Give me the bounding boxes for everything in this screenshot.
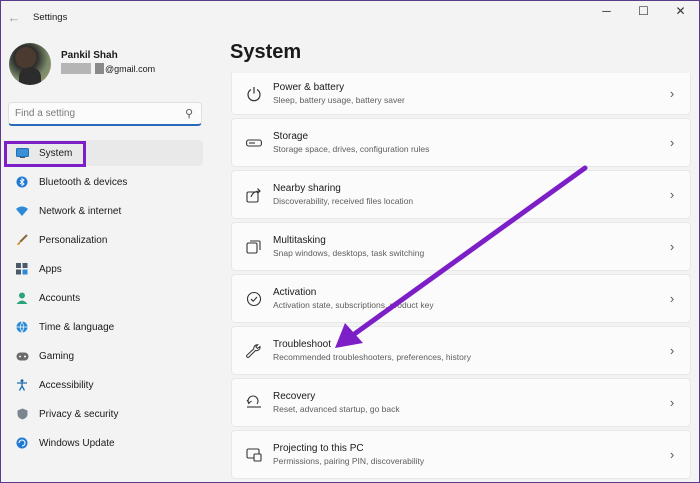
shield-icon (15, 407, 29, 421)
sidebar: Pankil Shah @gmail.com ⚲ System (1, 33, 209, 483)
share-icon (245, 186, 263, 204)
search-box[interactable]: ⚲ (8, 102, 202, 126)
storage-icon (245, 134, 263, 152)
gamepad-icon (15, 349, 29, 363)
projecting-icon (245, 446, 263, 464)
card-title: Troubleshoot (273, 339, 331, 350)
sidebar-item-gaming[interactable]: Gaming (6, 343, 203, 369)
sidebar-item-system[interactable]: System (6, 140, 203, 166)
card-title: Storage (273, 131, 309, 142)
app-title: Settings (33, 11, 68, 23)
sidebar-item-windows-update[interactable]: Windows Update (6, 430, 203, 456)
settings-card-troubleshoot[interactable]: Troubleshoot Recommended troubleshooters… (231, 326, 691, 375)
profile-name: Pankil Shah (61, 50, 118, 61)
wifi-icon (15, 204, 29, 218)
redaction-block (61, 63, 91, 74)
card-description: Storage space, drives, configuration rul… (273, 144, 430, 154)
sidebar-item-personalization[interactable]: Personalization (6, 227, 203, 253)
sidebar-item-label: Time & language (39, 321, 115, 333)
sidebar-item-time-language[interactable]: Time & language (6, 314, 203, 340)
settings-card-power-battery[interactable]: Power & battery Sleep, battery usage, ba… (231, 73, 691, 115)
sidebar-item-accounts[interactable]: Accounts (6, 285, 203, 311)
apps-icon (15, 262, 29, 276)
sidebar-item-label: Gaming (39, 350, 75, 362)
accessibility-icon (15, 378, 29, 392)
card-description: Recommended troubleshooters, preferences… (273, 352, 471, 362)
card-description: Reset, advanced startup, go back (273, 404, 400, 414)
sidebar-item-privacy-security[interactable]: Privacy & security (6, 401, 203, 427)
profile-email: @gmail.com (61, 63, 155, 74)
sidebar-item-label: Network & internet (39, 205, 122, 217)
chevron-right-icon: › (669, 86, 675, 101)
settings-card-nearby-sharing[interactable]: Nearby sharing Discoverability, received… (231, 170, 691, 219)
profile-email-domain: @gmail.com (105, 63, 156, 74)
close-button[interactable]: ✕ (662, 1, 699, 21)
profile[interactable]: Pankil Shah @gmail.com (9, 43, 155, 85)
bluetooth-icon (15, 175, 29, 189)
sidebar-item-label: Accessibility (39, 379, 94, 391)
settings-card-storage[interactable]: Storage Storage space, drives, configura… (231, 118, 691, 167)
chevron-right-icon: › (669, 135, 675, 150)
card-description: Activation state, subscriptions, product… (273, 300, 434, 310)
card-description: Sleep, battery usage, battery saver (273, 95, 405, 105)
back-arrow-icon[interactable]: ← (3, 6, 25, 28)
chevron-right-icon: › (669, 447, 675, 462)
sidebar-item-label: System (39, 147, 73, 159)
card-description: Permissions, pairing PIN, discoverabilit… (273, 456, 425, 466)
title-bar: ← Settings ─ ☐ ✕ (1, 1, 699, 33)
settings-card-multitasking[interactable]: Multitasking Snap windows, desktops, tas… (231, 222, 691, 271)
main-content: System Power & battery Sleep, battery us… (211, 33, 700, 483)
monitor-icon (15, 146, 29, 160)
sidebar-item-label: Accounts (39, 292, 81, 304)
checkmark-circle-icon (245, 290, 263, 308)
avatar[interactable] (9, 43, 51, 85)
chevron-right-icon: › (669, 291, 675, 306)
sidebar-nav: System Bluetooth & devices Network & int… (6, 140, 203, 459)
globe-clock-icon (15, 320, 29, 334)
person-icon (15, 291, 29, 305)
chevron-right-icon: › (669, 343, 675, 358)
search-input[interactable] (15, 108, 185, 119)
maximize-button[interactable]: ☐ (625, 1, 662, 21)
multitasking-icon (245, 238, 263, 256)
update-icon (15, 436, 29, 450)
card-description: Discoverability, received files location (273, 196, 414, 206)
redaction-block (95, 63, 104, 74)
recovery-icon (245, 394, 263, 412)
chevron-right-icon: › (669, 239, 675, 254)
window-controls: ─ ☐ ✕ (588, 1, 699, 21)
card-title: Multitasking (273, 235, 326, 246)
card-title: Projecting to this PC (273, 443, 364, 454)
sidebar-item-accessibility[interactable]: Accessibility (6, 372, 203, 398)
card-description: Snap windows, desktops, task switching (273, 248, 425, 258)
sidebar-item-apps[interactable]: Apps (6, 256, 203, 282)
settings-card-projecting[interactable]: Projecting to this PC Permissions, pairi… (231, 430, 691, 479)
card-title: Recovery (273, 391, 316, 402)
settings-list: Power & battery Sleep, battery usage, ba… (231, 73, 691, 482)
power-icon (245, 85, 263, 103)
settings-card-recovery[interactable]: Recovery Reset, advanced startup, go bac… (231, 378, 691, 427)
sidebar-item-label: Privacy & security (39, 408, 119, 420)
page-title: System (230, 41, 302, 63)
sidebar-item-label: Bluetooth & devices (39, 176, 128, 188)
wrench-icon (245, 342, 263, 360)
sidebar-item-label: Windows Update (39, 437, 115, 449)
sidebar-item-label: Personalization (39, 234, 108, 246)
settings-window: ← Settings ─ ☐ ✕ Pankil Shah @gmail.com … (0, 0, 700, 483)
chevron-right-icon: › (669, 187, 675, 202)
minimize-button[interactable]: ─ (588, 1, 625, 21)
settings-card-activation[interactable]: Activation Activation state, subscriptio… (231, 274, 691, 323)
card-title: Nearby sharing (273, 183, 341, 194)
sidebar-item-network[interactable]: Network & internet (6, 198, 203, 224)
card-title: Activation (273, 287, 317, 298)
paintbrush-icon (15, 233, 29, 247)
sidebar-item-label: Apps (39, 263, 62, 275)
card-title: Power & battery (273, 82, 345, 93)
chevron-right-icon: › (669, 395, 675, 410)
search-icon[interactable]: ⚲ (185, 107, 193, 120)
sidebar-item-bluetooth[interactable]: Bluetooth & devices (6, 169, 203, 195)
